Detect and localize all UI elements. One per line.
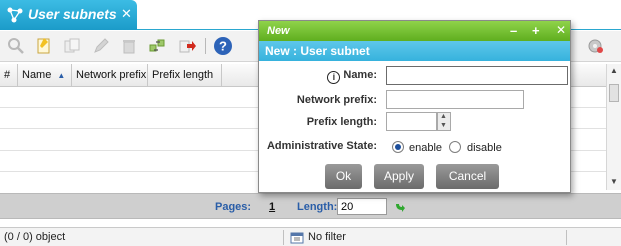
close-icon[interactable]: ✕ — [556, 23, 566, 37]
copy-icon[interactable] — [62, 36, 82, 56]
tab-user-subnets[interactable]: User subnets ✕ — [0, 0, 137, 30]
refresh-arrows-icon[interactable] — [147, 36, 167, 56]
name-label: Name: — [343, 69, 377, 81]
enable-label[interactable]: enable — [409, 142, 442, 154]
vertical-scrollbar[interactable]: ▲ ▼ — [606, 64, 621, 190]
close-icon[interactable]: ✕ — [121, 6, 132, 22]
toolbar-separator — [205, 38, 206, 54]
new-user-subnet-dialog: New – + ✕ New : User subnet i Name: Netwo… — [258, 20, 571, 193]
status-bar: (0 / 0) object No filter — [0, 227, 621, 246]
object-count: (0 / 0) object — [4, 231, 66, 243]
name-input[interactable] — [386, 66, 568, 85]
admin-state-label: Administrative State: — [266, 140, 377, 152]
dialog-title: New — [267, 25, 290, 37]
prefix-length-label: Prefix length: — [306, 116, 377, 128]
scroll-up-icon[interactable]: ▲ — [610, 66, 618, 75]
column-header-name[interactable]: Name ▲ — [18, 64, 72, 87]
magnifier-icon[interactable] — [6, 36, 26, 56]
dialog-titlebar[interactable]: New – + ✕ — [259, 21, 570, 41]
tab-title: User subnets — [28, 6, 117, 22]
apply-length-arrow-icon[interactable] — [394, 201, 406, 213]
new-document-icon[interactable] — [34, 36, 54, 56]
column-header-label: Name — [22, 69, 52, 81]
disable-radio[interactable] — [449, 141, 461, 153]
cancel-button[interactable]: Cancel — [436, 164, 499, 189]
disable-label[interactable]: disable — [467, 142, 502, 154]
ok-button[interactable]: Ok — [325, 164, 362, 189]
status-separator — [566, 230, 567, 245]
column-header-prefix-length[interactable]: Prefix length — [148, 64, 222, 87]
filter-text: No filter — [308, 231, 346, 243]
page-link[interactable]: 1 — [269, 201, 275, 213]
sort-ascending-icon: ▲ — [57, 71, 66, 80]
stepper-up-icon[interactable]: ▲ — [440, 113, 447, 120]
help-icon[interactable]: ? — [213, 36, 233, 56]
status-separator — [283, 230, 284, 245]
apply-button[interactable]: Apply — [374, 164, 424, 189]
network-prefix-label: Network prefix: — [296, 94, 377, 106]
filter-calendar-icon — [290, 232, 304, 244]
network-prefix-input[interactable] — [386, 90, 524, 109]
edit-pencil-icon[interactable] — [91, 36, 111, 56]
pager-bar: Pages: 1 Length: — [0, 193, 621, 219]
scroll-down-icon[interactable]: ▼ — [610, 177, 618, 186]
minimize-icon[interactable]: – — [510, 23, 517, 38]
dialog-subtitle: New : User subnet — [259, 41, 570, 61]
prefix-length-stepper[interactable]: ▲ ▼ — [437, 112, 451, 131]
name-label-group: i Name: — [327, 69, 377, 84]
pages-label: Pages: — [215, 201, 252, 213]
settings-icon[interactable] — [585, 36, 605, 56]
network-nodes-icon — [7, 7, 23, 23]
prefix-length-input[interactable] — [386, 112, 437, 131]
column-header-network-prefix[interactable]: Network prefix — [72, 64, 148, 87]
scrollbar-thumb[interactable] — [609, 84, 619, 102]
svg-text:?: ? — [219, 39, 227, 54]
info-icon: i — [327, 71, 341, 84]
stepper-down-icon[interactable]: ▼ — [440, 122, 447, 129]
length-input[interactable] — [337, 198, 387, 215]
length-label: Length: — [297, 201, 338, 213]
enable-radio[interactable] — [392, 141, 404, 153]
delete-trash-icon[interactable] — [119, 36, 139, 56]
column-header-index[interactable]: # — [0, 64, 18, 87]
maximize-icon[interactable]: + — [532, 23, 540, 38]
export-icon[interactable] — [177, 36, 197, 56]
